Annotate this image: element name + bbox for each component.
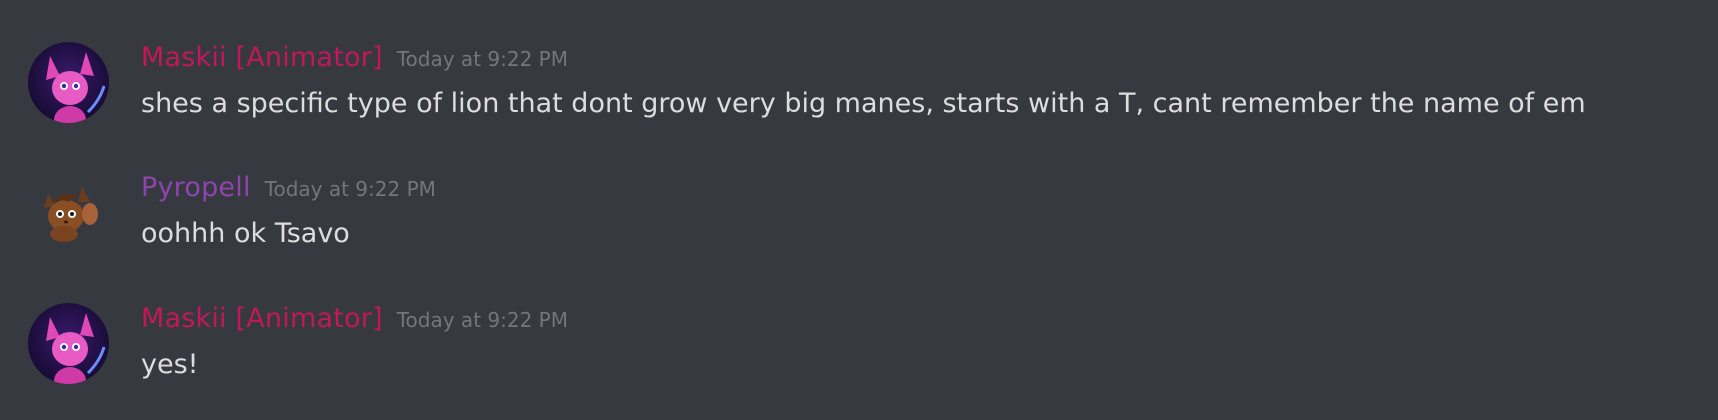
username[interactable]: Maskii [Animator] — [141, 303, 383, 334]
user-avatar[interactable] — [28, 172, 109, 253]
username[interactable]: Pyropell — [141, 172, 251, 203]
username[interactable]: Maskii [Animator] — [141, 42, 383, 73]
pink-fox-avatar-icon — [28, 42, 109, 123]
timestamp: Today at 9:22 PM — [396, 47, 568, 71]
message-group: Maskii [Animator] Today at 9:22 PM shes a… — [0, 32, 1718, 142]
brown-cat-avatar-icon — [28, 172, 109, 253]
message-header: Maskii [Animator] Today at 9:22 PM — [141, 42, 568, 73]
pink-fox-avatar-icon — [28, 303, 109, 384]
message-header: Maskii [Animator] Today at 9:22 PM — [141, 303, 568, 334]
chat-messages: Maskii [Animator] Today at 9:22 PM shes a… — [0, 0, 1718, 420]
message-group: Pyropell Today at 9:22 PM oohhh ok Tsavo — [0, 162, 1718, 272]
user-avatar[interactable] — [28, 42, 109, 123]
timestamp: Today at 9:22 PM — [264, 177, 436, 201]
message-header: Pyropell Today at 9:22 PM — [141, 172, 436, 203]
message-content: yes! — [141, 349, 199, 380]
message-group: Maskii [Animator] Today at 9:22 PM yes! — [0, 293, 1718, 403]
message-content: shes a specific type of lion that dont g… — [141, 88, 1586, 119]
message-content: oohhh ok Tsavo — [141, 218, 350, 249]
timestamp: Today at 9:22 PM — [396, 308, 568, 332]
user-avatar[interactable] — [28, 303, 109, 384]
